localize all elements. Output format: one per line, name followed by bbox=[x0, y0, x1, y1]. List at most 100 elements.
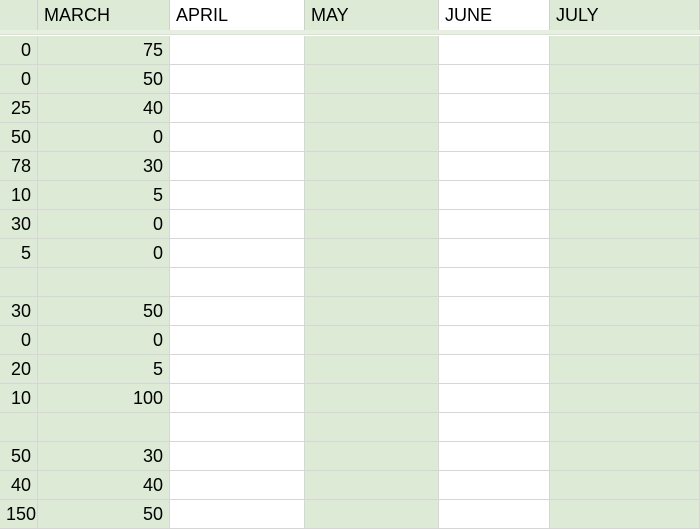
cell[interactable] bbox=[305, 65, 439, 94]
cell[interactable] bbox=[170, 210, 305, 239]
cell[interactable] bbox=[305, 181, 439, 210]
cell[interactable]: 5 bbox=[38, 181, 170, 210]
cell[interactable] bbox=[170, 326, 305, 355]
cell[interactable] bbox=[550, 384, 700, 413]
cell[interactable] bbox=[170, 65, 305, 94]
cell[interactable] bbox=[550, 355, 700, 384]
cell[interactable] bbox=[0, 413, 38, 442]
cell[interactable] bbox=[439, 471, 550, 500]
cell[interactable] bbox=[550, 442, 700, 471]
cell[interactable] bbox=[170, 152, 305, 181]
cell[interactable] bbox=[550, 268, 700, 297]
cell[interactable] bbox=[305, 210, 439, 239]
cell[interactable] bbox=[550, 471, 700, 500]
cell[interactable] bbox=[439, 94, 550, 123]
cell[interactable] bbox=[305, 268, 439, 297]
cell[interactable] bbox=[439, 210, 550, 239]
column-header-april[interactable]: APRIL bbox=[170, 0, 305, 30]
cell[interactable]: 100 bbox=[38, 384, 170, 413]
cell[interactable] bbox=[170, 181, 305, 210]
cell[interactable] bbox=[170, 94, 305, 123]
cell[interactable] bbox=[305, 36, 439, 65]
cell[interactable] bbox=[305, 471, 439, 500]
cell[interactable]: 30 bbox=[0, 210, 38, 239]
cell[interactable] bbox=[439, 326, 550, 355]
cell[interactable] bbox=[439, 297, 550, 326]
cell[interactable] bbox=[305, 297, 439, 326]
cell[interactable] bbox=[0, 268, 38, 297]
cell[interactable] bbox=[170, 239, 305, 268]
cell[interactable] bbox=[439, 355, 550, 384]
cell[interactable]: 0 bbox=[0, 65, 38, 94]
cell[interactable] bbox=[170, 384, 305, 413]
cell[interactable] bbox=[170, 268, 305, 297]
cell[interactable] bbox=[305, 384, 439, 413]
cell[interactable]: 30 bbox=[38, 152, 170, 181]
cell[interactable]: 50 bbox=[0, 123, 38, 152]
column-header-june[interactable]: JUNE bbox=[439, 0, 550, 30]
cell[interactable] bbox=[305, 326, 439, 355]
cell[interactable]: 25 bbox=[0, 94, 38, 123]
cell[interactable] bbox=[439, 442, 550, 471]
cell[interactable]: 5 bbox=[0, 239, 38, 268]
cell[interactable] bbox=[439, 413, 550, 442]
cell[interactable] bbox=[439, 36, 550, 65]
cell[interactable] bbox=[170, 123, 305, 152]
cell[interactable] bbox=[305, 355, 439, 384]
cell[interactable] bbox=[439, 384, 550, 413]
cell[interactable] bbox=[305, 94, 439, 123]
cell[interactable]: 30 bbox=[0, 297, 38, 326]
cell[interactable]: 50 bbox=[38, 65, 170, 94]
cell[interactable] bbox=[550, 36, 700, 65]
data-rows-region[interactable]: 0750502540500783010530050305000205101005… bbox=[0, 36, 700, 529]
cell[interactable] bbox=[439, 152, 550, 181]
cell[interactable] bbox=[38, 413, 170, 442]
cell[interactable] bbox=[305, 442, 439, 471]
cell[interactable] bbox=[550, 297, 700, 326]
cell[interactable] bbox=[550, 326, 700, 355]
cell[interactable] bbox=[305, 123, 439, 152]
cell[interactable] bbox=[305, 152, 439, 181]
cell[interactable] bbox=[439, 268, 550, 297]
cell[interactable]: 20 bbox=[0, 355, 38, 384]
cell[interactable]: 10 bbox=[0, 181, 38, 210]
cell[interactable] bbox=[170, 442, 305, 471]
column-header-may[interactable]: MAY bbox=[305, 0, 439, 30]
cell[interactable] bbox=[170, 413, 305, 442]
cell[interactable] bbox=[38, 268, 170, 297]
cell[interactable]: 40 bbox=[0, 471, 38, 500]
cell[interactable] bbox=[550, 152, 700, 181]
column-header-july[interactable]: JULY bbox=[550, 0, 700, 30]
cell[interactable] bbox=[550, 239, 700, 268]
cell[interactable]: 40 bbox=[38, 94, 170, 123]
cell[interactable]: 78 bbox=[0, 152, 38, 181]
cell[interactable]: 0 bbox=[38, 326, 170, 355]
spreadsheet-grid[interactable]: MARCH APRIL MAY JUNE JULY 07505025405007… bbox=[0, 0, 700, 525]
cell[interactable]: 50 bbox=[0, 442, 38, 471]
cell[interactable]: 30 bbox=[38, 442, 170, 471]
cell[interactable] bbox=[550, 123, 700, 152]
cell[interactable] bbox=[439, 123, 550, 152]
cell[interactable] bbox=[439, 239, 550, 268]
cell[interactable]: 0 bbox=[38, 239, 170, 268]
column-header-march[interactable]: MARCH bbox=[38, 0, 170, 30]
cell[interactable] bbox=[439, 65, 550, 94]
cell[interactable] bbox=[550, 94, 700, 123]
cell[interactable]: 0 bbox=[0, 36, 38, 65]
cell[interactable]: 10 bbox=[0, 384, 38, 413]
cell[interactable] bbox=[170, 471, 305, 500]
cell[interactable] bbox=[439, 181, 550, 210]
cell[interactable]: 50 bbox=[38, 297, 170, 326]
cell[interactable] bbox=[550, 65, 700, 94]
cell[interactable] bbox=[550, 181, 700, 210]
cell[interactable] bbox=[305, 413, 439, 442]
cell[interactable]: 0 bbox=[38, 123, 170, 152]
cell[interactable] bbox=[550, 413, 700, 442]
cell[interactable] bbox=[170, 355, 305, 384]
cell[interactable]: 0 bbox=[38, 210, 170, 239]
cell[interactable]: 40 bbox=[38, 471, 170, 500]
cell[interactable] bbox=[170, 36, 305, 65]
cell[interactable]: 0 bbox=[0, 326, 38, 355]
cell[interactable] bbox=[170, 297, 305, 326]
cell[interactable] bbox=[550, 210, 700, 239]
